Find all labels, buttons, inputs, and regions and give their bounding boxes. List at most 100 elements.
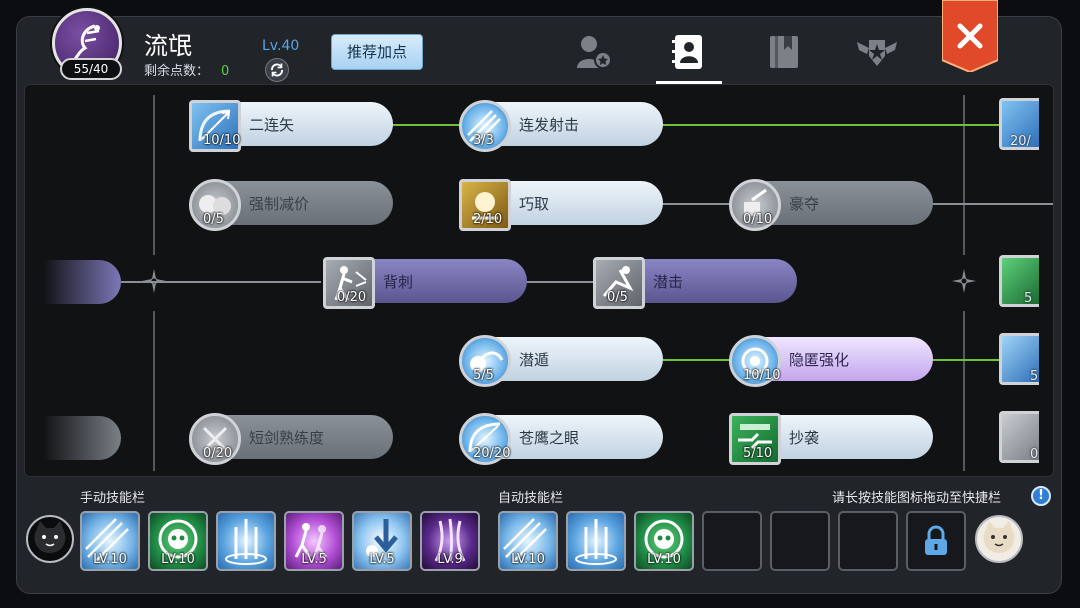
slot-level: LV.10 (93, 552, 127, 567)
skill-node[interactable]: 5/10 抄袭 (729, 413, 933, 465)
skill-name: 巧取 (519, 195, 550, 213)
character-star-icon (577, 36, 612, 69)
column-divider (963, 311, 965, 471)
manual-skill-slot[interactable] (216, 511, 276, 571)
offscreen-skill-icon[interactable]: 20/ (999, 98, 1039, 150)
skill-node[interactable]: 5/5 潜遁 (459, 335, 663, 387)
offscreen-skill-bar (43, 260, 121, 304)
skill-level: 20/20 (473, 446, 511, 461)
skill-level: 5/5 (473, 368, 494, 383)
skill-link-active (391, 124, 461, 126)
skill-node[interactable]: 10/10 二连矢 (189, 100, 393, 152)
reset-points-button[interactable] (265, 58, 289, 82)
skill-level: 5 (1030, 369, 1039, 384)
arrow-rain-icon (225, 519, 267, 565)
skill-tree-panel: 10/10 二连矢 3/3 连发射击 0/5 强制减价 2/10 巧取 0/10… (24, 84, 1054, 477)
offscreen-skill-icon[interactable]: 5 (999, 333, 1039, 385)
tab-skills[interactable] (656, 30, 722, 84)
black-cat-face-icon (34, 521, 66, 553)
skill-book-icon (672, 35, 702, 69)
close-button[interactable] (941, 0, 999, 74)
slot-level: LV.10 (647, 552, 681, 567)
remaining-points-label: 剩余点数： (144, 64, 210, 79)
skill-name: 潜击 (653, 273, 684, 291)
skill-level: 3/3 (473, 133, 494, 148)
skill-level: 0/5 (607, 290, 628, 305)
empty-skill-slot[interactable] (838, 511, 898, 571)
player-level: Lv.40 (262, 38, 300, 54)
offscreen-skill-icon[interactable]: 5 (999, 255, 1039, 307)
skill-node[interactable]: 20/20 苍鹰之眼 (459, 413, 663, 465)
skill-level: 0/5 (203, 212, 224, 227)
auto-skill-slot[interactable] (566, 511, 626, 571)
info-icon[interactable]: ! (1031, 486, 1051, 506)
auto-skill-slot[interactable]: LV.10 (498, 511, 558, 571)
arrow-rain-icon (575, 519, 617, 565)
skill-level: 0/10 (743, 212, 773, 227)
skill-link (661, 203, 731, 205)
empty-skill-slot[interactable] (770, 511, 830, 571)
remaining-points-value: 0 (221, 64, 230, 79)
skill-level: 20/ (1010, 134, 1031, 149)
skill-link (121, 281, 321, 283)
skill-name: 背刺 (383, 273, 414, 291)
column-divider (153, 95, 155, 255)
skill-screen: 55/40 流氓 剩余点数： 0 Lv.40 推荐加点 10/10 二连矢 3/… (0, 0, 1080, 608)
manual-bar-label: 手动技能栏 (80, 491, 146, 506)
skill-name: 连发射击 (519, 116, 580, 134)
skill-node[interactable]: 0/5 强制减价 (189, 179, 393, 231)
skill-level: 5/10 (743, 446, 773, 461)
manual-skill-slot[interactable]: LV.10 (80, 511, 140, 571)
skill-link (525, 281, 595, 283)
offscreen-skill-icon[interactable]: 0 (999, 411, 1039, 463)
auto-skill-slot[interactable]: LV.10 (634, 511, 694, 571)
winged-star-emblem-icon (857, 40, 897, 66)
drag-hint: 请长按技能图标拖动至快捷栏 (832, 491, 1002, 506)
skill-name: 苍鹰之眼 (519, 429, 580, 447)
bookmark-book-icon (770, 36, 798, 68)
skill-node[interactable]: 3/3 连发射击 (459, 100, 663, 152)
remaining-points: 剩余点数： 0 (144, 60, 229, 79)
compass-ornament-icon (952, 269, 976, 293)
skill-node[interactable]: 10/10 隐匿强化 (729, 335, 933, 387)
lock-icon (925, 525, 947, 555)
skill-name: 抄袭 (789, 429, 820, 447)
locked-skill-slot[interactable] (906, 511, 966, 571)
skill-level: 5 (1024, 291, 1033, 306)
left-cat-button[interactable] (26, 515, 74, 563)
manual-skill-slot[interactable]: LV.5 (352, 511, 412, 571)
slot-level: LV.5 (301, 552, 327, 567)
slot-level: LV.9 (437, 552, 463, 567)
skill-link (931, 203, 1053, 205)
tab-codex[interactable] (762, 30, 806, 74)
skill-level: 0 (1030, 447, 1039, 462)
refresh-icon (271, 63, 283, 77)
skill-level: 0/20 (203, 446, 233, 461)
player-name: 流氓 (144, 32, 192, 60)
skill-level: 2/10 (473, 212, 503, 227)
close-icon (941, 0, 999, 74)
slot-level: LV.10 (511, 552, 545, 567)
manual-skill-slot[interactable]: LV.10 (148, 511, 208, 571)
skill-node[interactable]: 0/20 背刺 (323, 257, 527, 309)
skill-name: 强制减价 (249, 195, 310, 213)
skill-name: 隐匿强化 (789, 351, 850, 369)
manual-skill-slot[interactable]: LV.5 (284, 511, 344, 571)
recommend-points-button[interactable]: 推荐加点 (331, 34, 423, 70)
skill-node[interactable]: 0/5 潜击 (593, 257, 797, 309)
tab-character[interactable] (572, 30, 616, 74)
empty-skill-slot[interactable] (702, 511, 762, 571)
skill-name: 短剑熟练度 (249, 429, 325, 447)
tab-honor[interactable] (855, 30, 899, 74)
manual-skill-slot[interactable]: LV.9 (420, 511, 480, 571)
skill-link-active (661, 359, 731, 361)
skill-node[interactable]: 0/10 豪夺 (729, 179, 933, 231)
skill-name: 豪夺 (789, 195, 820, 213)
skill-node[interactable]: 0/20 短剑熟练度 (189, 413, 393, 465)
skill-level: 10/10 (203, 133, 241, 148)
right-cat-button[interactable] (975, 515, 1023, 563)
skill-level: 10/10 (743, 368, 781, 383)
skill-points-badge: 55/40 (60, 58, 122, 80)
skill-name: 二连矢 (249, 116, 295, 134)
skill-node[interactable]: 2/10 巧取 (459, 179, 663, 231)
